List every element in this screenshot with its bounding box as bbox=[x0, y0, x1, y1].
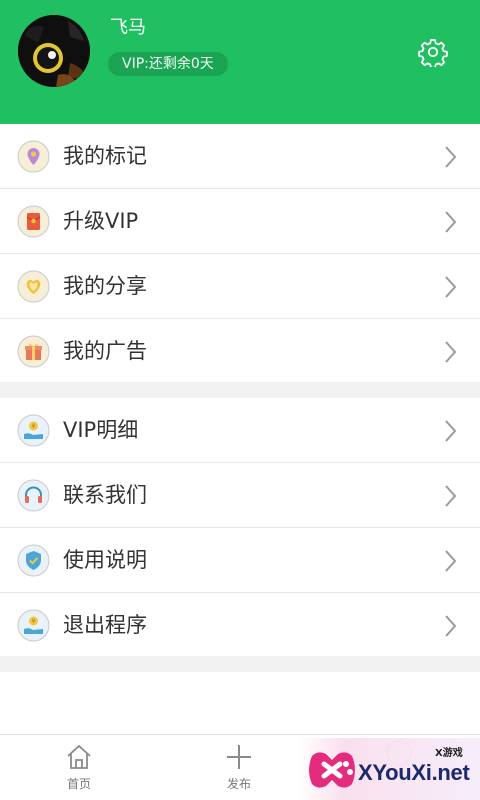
chevron-right-icon bbox=[445, 420, 457, 442]
menu-item-exit-app[interactable]: ¥ 退出程序 bbox=[0, 593, 480, 658]
menu-item-contact-us[interactable]: 联系我们 bbox=[0, 463, 480, 528]
chevron-right-icon bbox=[445, 615, 457, 637]
nav-home[interactable]: 首页 bbox=[19, 735, 139, 800]
watermark-logo bbox=[309, 752, 355, 788]
menu-item-label: VIP明细 bbox=[63, 418, 139, 442]
gear-icon bbox=[418, 39, 448, 69]
chevron-right-icon bbox=[445, 146, 457, 168]
menu-item-label: 我的分享 bbox=[63, 274, 147, 298]
menu-item-label: 使用说明 bbox=[63, 548, 147, 572]
red-envelope-icon bbox=[17, 205, 50, 238]
heart-icon bbox=[17, 270, 50, 303]
vip-status-badge: VIP:还剩余0天 bbox=[108, 52, 228, 76]
location-pin-icon bbox=[17, 140, 50, 173]
svg-text:¥: ¥ bbox=[32, 423, 36, 430]
menu-item-label: 我的广告 bbox=[63, 339, 147, 363]
shield-check-icon bbox=[17, 544, 50, 577]
menu-item-label: 我的标记 bbox=[63, 144, 147, 168]
chevron-right-icon bbox=[445, 341, 457, 363]
coin-hand-icon: ¥ bbox=[17, 414, 50, 447]
avatar[interactable] bbox=[18, 15, 90, 87]
menu-item-instructions[interactable]: 使用说明 bbox=[0, 528, 480, 593]
profile-header: 飞马 VIP:还剩余0天 bbox=[0, 0, 480, 124]
username: 飞马 bbox=[110, 17, 146, 38]
menu-item-label: 升级VIP bbox=[63, 209, 139, 233]
menu-item-upgrade-vip[interactable]: 升级VIP bbox=[0, 189, 480, 254]
chevron-right-icon bbox=[445, 485, 457, 507]
nav-post[interactable]: 发布 bbox=[179, 735, 299, 800]
nav-post-label: 发布 bbox=[226, 777, 251, 791]
menu-item-my-shares[interactable]: 我的分享 bbox=[0, 254, 480, 319]
chevron-right-icon bbox=[445, 550, 457, 572]
headphones-icon bbox=[17, 479, 50, 512]
coin-hand-icon: ¥ bbox=[17, 609, 50, 642]
menu-item-my-ads[interactable]: 我的广告 bbox=[0, 319, 480, 384]
menu-item-my-marks[interactable]: 我的标记 bbox=[0, 124, 480, 189]
section-divider bbox=[0, 656, 480, 672]
chevron-right-icon bbox=[445, 276, 457, 298]
menu-item-label: 退出程序 bbox=[63, 613, 147, 637]
home-icon bbox=[67, 744, 91, 769]
menu-item-vip-details[interactable]: ¥ VIP明细 bbox=[0, 398, 480, 463]
menu-group-info: ¥ VIP明细 联系我们 使用说明 ¥ 退出程序 bbox=[0, 398, 480, 658]
watermark-tag: X游戏 bbox=[435, 748, 463, 759]
settings-button[interactable] bbox=[418, 37, 448, 69]
watermark: XYouXi.net X游戏 bbox=[298, 738, 480, 800]
plus-icon bbox=[227, 745, 251, 769]
section-divider bbox=[0, 382, 480, 398]
watermark-brand: XYouXi.net bbox=[358, 760, 470, 785]
menu-item-label: 联系我们 bbox=[63, 483, 147, 507]
gift-box-icon bbox=[17, 335, 50, 368]
avatar-image bbox=[18, 15, 90, 87]
nav-home-label: 首页 bbox=[66, 777, 91, 791]
menu-group-account: 我的标记 升级VIP 我的分享 我的广告 bbox=[0, 124, 480, 384]
chevron-right-icon bbox=[445, 211, 457, 233]
svg-text:¥: ¥ bbox=[32, 618, 36, 625]
